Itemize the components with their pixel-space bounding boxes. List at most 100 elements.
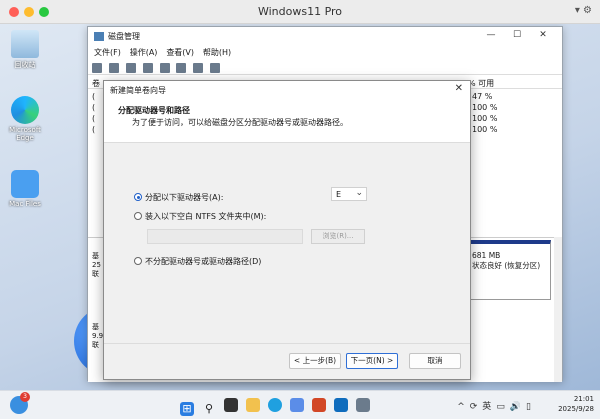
wizard-footer: < 上一步(B) 下一页(N) > 取消 bbox=[104, 343, 470, 379]
desktop-icon-recycle-bin[interactable]: 回收站 bbox=[0, 30, 50, 70]
list-view-icon[interactable] bbox=[210, 63, 221, 73]
clock[interactable]: 21:01 2025/9/28 bbox=[558, 394, 594, 414]
table-row[interactable]: ( bbox=[92, 92, 95, 101]
taskbar-apps: ⊞ ⚲ bbox=[180, 398, 378, 416]
menu-file[interactable]: 文件(F) bbox=[94, 47, 121, 58]
radio-no-letter[interactable]: 不分配驱动器号或驱动器路径(D) bbox=[134, 256, 261, 267]
option-label: 分配以下驱动器号(A): bbox=[145, 193, 224, 202]
radio-icon[interactable] bbox=[134, 212, 142, 220]
table-cell-pct: 100 % bbox=[472, 114, 498, 123]
host-window-title: Windows11 Pro bbox=[257, 5, 343, 18]
table-row[interactable]: ( bbox=[92, 114, 95, 123]
desktop-icon-label: Mac Files bbox=[9, 200, 41, 208]
radio-assign-letter[interactable]: 分配以下驱动器号(A): bbox=[134, 192, 223, 203]
checklist-icon[interactable] bbox=[193, 63, 204, 73]
forward-arrow-icon[interactable] bbox=[108, 63, 119, 73]
col-free-pct[interactable]: % 可用 bbox=[468, 78, 494, 89]
volume-icon[interactable]: 🔊 bbox=[510, 402, 521, 412]
battery-icon[interactable]: ▯ bbox=[526, 402, 531, 412]
disk-size: 9.9 bbox=[92, 332, 104, 340]
network-icon[interactable]: ▭ bbox=[496, 402, 505, 412]
key-icon[interactable] bbox=[176, 63, 187, 73]
desktop-icon-edge[interactable]: Microsoft Edge bbox=[0, 96, 50, 142]
wizard-subheading: 为了便于访问，可以给磁盘分区分配驱动器号或驱动器路径。 bbox=[132, 118, 348, 127]
ime-indicator[interactable]: 英 bbox=[482, 402, 491, 412]
outlook-icon[interactable] bbox=[334, 398, 348, 412]
menu-bar: 文件(F) 操作(A) 查看(V) 帮助(H) bbox=[88, 47, 562, 61]
back-button[interactable]: < 上一步(B) bbox=[289, 353, 341, 369]
desktop-icon-mac-files[interactable]: Mac Files bbox=[0, 170, 50, 208]
folder-path-input[interactable] bbox=[147, 229, 303, 244]
notification-badge: 3 bbox=[20, 392, 30, 402]
maximize-button[interactable]: ☐ bbox=[504, 30, 530, 40]
radio-icon[interactable] bbox=[134, 257, 142, 265]
folder-icon bbox=[11, 170, 39, 198]
option-label: 装入以下空白 NTFS 文件夹中(M): bbox=[145, 212, 267, 221]
recycle-bin-icon bbox=[11, 30, 39, 58]
table-row[interactable]: ( bbox=[92, 125, 95, 134]
radio-selected-icon[interactable] bbox=[134, 193, 142, 201]
disk-size: 25 bbox=[92, 261, 101, 269]
minimize-button[interactable]: — bbox=[478, 30, 504, 40]
task-view-icon[interactable] bbox=[224, 398, 238, 412]
dialog-title: 新建简单卷向导 bbox=[110, 86, 166, 95]
table-row[interactable]: ( bbox=[92, 103, 95, 112]
menu-view[interactable]: 查看(V) bbox=[166, 47, 194, 58]
help-icon[interactable] bbox=[142, 63, 153, 73]
properties-icon[interactable] bbox=[159, 63, 170, 73]
wizard-header: 分配驱动器号和路径 为了便于访问，可以给磁盘分区分配驱动器号或驱动器路径。 bbox=[104, 99, 470, 143]
browse-button[interactable]: 浏览(R)... bbox=[311, 229, 365, 244]
close-icon[interactable]: ✕ bbox=[455, 83, 463, 94]
drive-letter-select[interactable]: E ⌄ bbox=[331, 187, 367, 201]
table-cell-pct: 100 % bbox=[472, 103, 498, 112]
vertical-scrollbar[interactable] bbox=[554, 237, 562, 382]
taskbar: 3 ⊞ ⚲ ^ ⟳ 英 ▭ 🔊 ▯ 21:01 2025/9/28 bbox=[0, 390, 600, 419]
disk-type: 基 bbox=[92, 323, 99, 331]
partition-size: 681 MB bbox=[472, 251, 501, 260]
desktop-icon-label: 回收站 bbox=[14, 61, 36, 69]
menu-help[interactable]: 帮助(H) bbox=[203, 47, 231, 58]
start-icon[interactable]: ⊞ bbox=[180, 402, 194, 416]
new-simple-volume-wizard: 新建简单卷向导 ✕ 分配驱动器号和路径 为了便于访问，可以给磁盘分区分配驱动器号… bbox=[103, 80, 471, 380]
chevron-down-icon: ⌄ bbox=[355, 188, 363, 198]
office-icon[interactable] bbox=[312, 398, 326, 412]
back-arrow-icon[interactable] bbox=[92, 63, 102, 73]
recovery-partition[interactable]: 681 MB 状态良好 (恢复分区) bbox=[469, 240, 551, 300]
date: 2025/9/28 bbox=[558, 405, 594, 413]
cancel-button[interactable]: 取消 bbox=[409, 353, 461, 369]
toolbar bbox=[88, 61, 562, 75]
edge-icon bbox=[11, 96, 39, 124]
menu-action[interactable]: 操作(A) bbox=[130, 47, 158, 58]
option-label: 不分配驱动器号或驱动器路径(D) bbox=[145, 257, 262, 266]
close-button[interactable]: ✕ bbox=[530, 30, 556, 40]
disk-1-label[interactable]: 基 9.9 联 bbox=[92, 323, 103, 350]
sync-icon[interactable]: ⟳ bbox=[470, 402, 478, 412]
file-explorer-icon[interactable] bbox=[246, 398, 260, 412]
radio-mount-folder[interactable]: 装入以下空白 NTFS 文件夹中(M): bbox=[134, 211, 266, 222]
search-icon[interactable]: ⚲ bbox=[202, 402, 216, 416]
dialog-title-bar: 新建简单卷向导 ✕ bbox=[104, 81, 470, 99]
chevron-up-icon[interactable]: ^ bbox=[457, 402, 465, 412]
table-cell-pct: 47 % bbox=[472, 92, 493, 101]
host-settings-icon[interactable]: ▾ ⚙ bbox=[575, 5, 592, 16]
disk-status: 联 bbox=[92, 341, 99, 349]
system-tray: ^ ⟳ 英 ▭ 🔊 ▯ bbox=[457, 399, 536, 412]
panel-icon[interactable] bbox=[125, 63, 136, 73]
table-cell-pct: 100 % bbox=[472, 125, 498, 134]
host-title-bar: Windows11 Pro ▾ ⚙ bbox=[0, 0, 600, 24]
partition-status: 状态良好 (恢复分区) bbox=[472, 261, 541, 270]
wizard-heading: 分配驱动器号和路径 bbox=[118, 106, 190, 115]
store-icon[interactable] bbox=[290, 398, 304, 412]
col-volume[interactable]: 卷 bbox=[92, 78, 100, 89]
disk-management-icon[interactable] bbox=[356, 398, 370, 412]
window-title: 磁盘管理 bbox=[108, 32, 140, 41]
disk-status: 联 bbox=[92, 270, 99, 278]
edge-icon[interactable] bbox=[268, 398, 282, 412]
time: 21:01 bbox=[573, 395, 594, 403]
disk-0-label[interactable]: 基 25 联 bbox=[92, 252, 101, 279]
drive-letter-value: E bbox=[336, 190, 342, 199]
next-button[interactable]: 下一页(N) > bbox=[346, 353, 398, 369]
disk-type: 基 bbox=[92, 252, 99, 260]
desktop-icon-label: Microsoft Edge bbox=[9, 126, 41, 142]
disk-management-icon bbox=[94, 32, 104, 41]
